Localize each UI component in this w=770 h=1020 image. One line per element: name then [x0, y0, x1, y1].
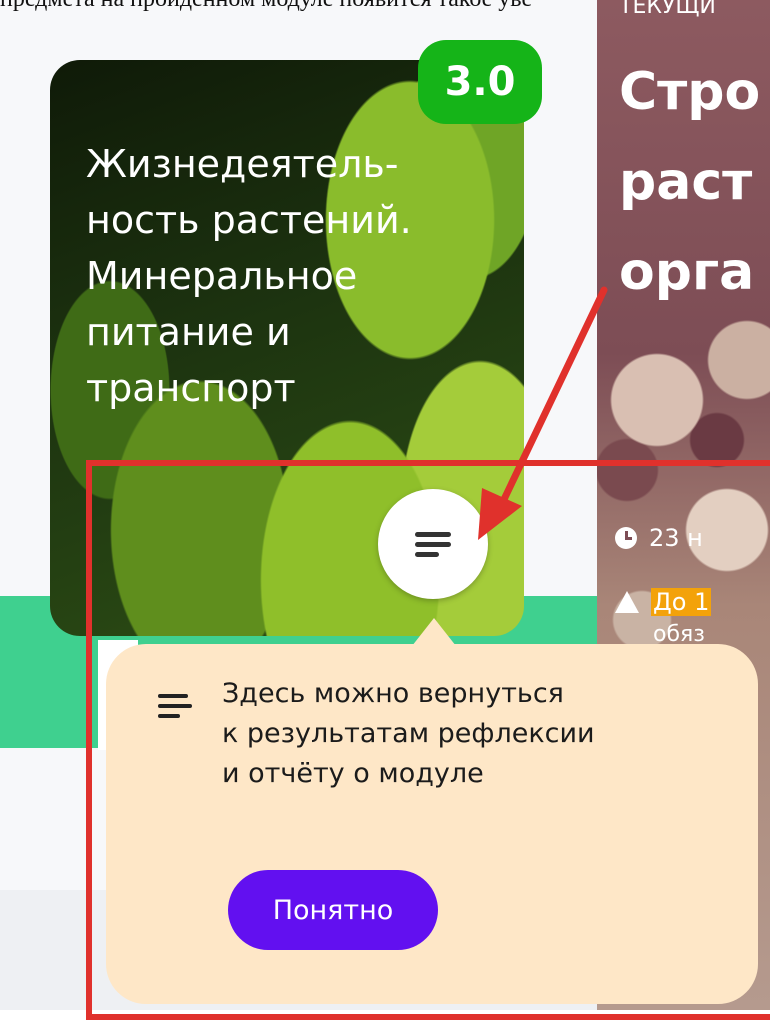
clock-icon [615, 527, 637, 549]
date-text: 23 н [649, 524, 703, 552]
menu-icon [415, 527, 451, 562]
warning-row: До 1 [615, 588, 712, 616]
date-row: 23 н [615, 524, 703, 552]
card-title-line: раст [619, 152, 753, 212]
card-title-line: Стро [619, 62, 761, 122]
menu-icon [158, 688, 192, 724]
reflection-menu-button[interactable] [378, 489, 488, 599]
deadline-text: До 1 [651, 588, 712, 616]
module-title-line: питание и [86, 310, 291, 354]
tooltip-text: Здесь можно вернуться к результатам рефл… [222, 674, 595, 794]
module-title: Жизнедеятель- ность растений. Минерально… [86, 136, 506, 416]
tooltip-pointer [412, 618, 456, 646]
tooltip-line: и отчёту о модуле [222, 758, 484, 789]
tooltip-line: к результатам рефлексии [222, 718, 595, 749]
module-title-line: Жизнедеятель- [86, 142, 399, 186]
got-it-button[interactable]: Понятно [228, 870, 438, 950]
tooltip-line: Здесь можно вернуться [222, 678, 564, 709]
card-title-line: орга [619, 242, 755, 302]
version-badge: 3.0 [418, 40, 542, 124]
module-title-line: ность растений. [86, 198, 412, 242]
card-status-label: ТЕКУЩИ [619, 0, 716, 19]
module-title-line: Минеральное [86, 254, 358, 298]
warning-icon [615, 591, 639, 613]
instruction-text: предмета на пройденном модуле появится т… [0, 0, 600, 18]
module-title-line: транспорт [86, 366, 296, 410]
